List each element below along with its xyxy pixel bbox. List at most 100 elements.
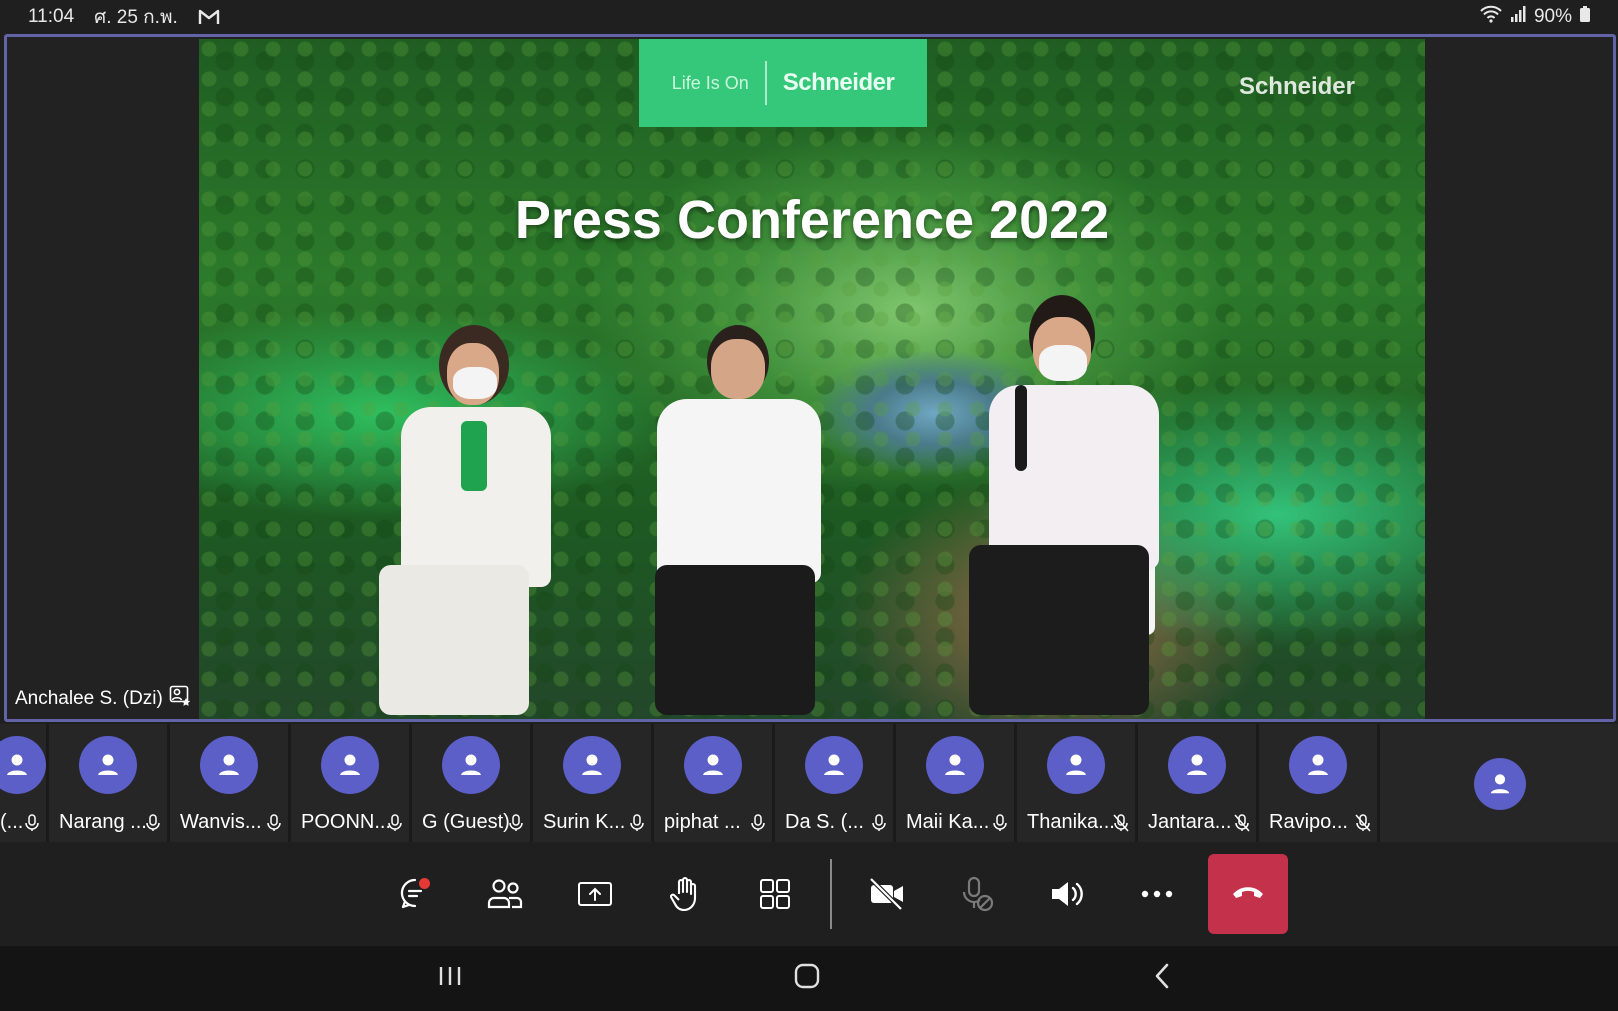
logo-tagline: Life Is On <box>671 72 749 93</box>
share-icon <box>577 879 613 909</box>
back-icon <box>1154 963 1170 994</box>
home-button[interactable] <box>777 958 837 998</box>
mic-icon <box>266 814 282 832</box>
avatar <box>1474 758 1526 810</box>
presenter-left <box>369 325 569 719</box>
active-speaker-label: Anchalee S. (Dzi) <box>15 685 191 713</box>
status-bar: 11:04 ศ. 25 ก.พ. 90% <box>0 0 1618 34</box>
mic-icon <box>871 814 887 832</box>
back-button[interactable] <box>1132 958 1192 998</box>
chat-button[interactable] <box>370 854 460 934</box>
avatar <box>321 736 379 794</box>
grid-icon <box>759 878 791 910</box>
participant-tile[interactable]: POONN... <box>291 724 409 842</box>
speaker-button[interactable] <box>1022 854 1112 934</box>
participant-strip[interactable]: (... Narang ... Wanvis... POONN... G (Gu… <box>0 724 1618 842</box>
shared-video-feed: Life Is On Schneider Schneider Press Con… <box>199 39 1425 719</box>
more-icon <box>1141 890 1173 898</box>
active-speaker-name: Anchalee S. (Dzi) <box>15 688 163 709</box>
participant-name: Maii Ka... <box>906 811 990 833</box>
participant-name: G (Guest) <box>422 811 510 833</box>
mic-icon <box>750 814 766 832</box>
people-icon <box>487 878 523 910</box>
participant-name: Wanvis... <box>180 811 262 833</box>
participant-tile[interactable]: Maii Ka... <box>896 724 1014 842</box>
participant-name: piphat ... <box>664 811 741 833</box>
more-options-button[interactable] <box>1112 854 1202 934</box>
participant-name: Narang ... <box>59 811 147 833</box>
wifi-icon <box>1480 5 1502 29</box>
mic-icon <box>24 814 40 832</box>
participant-name: Surin K... <box>543 811 626 833</box>
avatar <box>79 736 137 794</box>
status-date: ศ. 25 ก.พ. <box>94 7 178 28</box>
battery-level: 90% <box>1533 6 1572 27</box>
avatar <box>1168 736 1226 794</box>
mic-muted-icon <box>1113 814 1129 832</box>
share-screen-button[interactable] <box>550 854 640 934</box>
avatar <box>563 736 621 794</box>
participants-button[interactable] <box>460 854 550 934</box>
gmail-icon <box>198 9 220 25</box>
participant-name: Thanika... <box>1027 811 1115 833</box>
signal-icon <box>1510 6 1526 28</box>
avatar <box>442 736 500 794</box>
participant-tile-overflow[interactable] <box>1380 724 1618 842</box>
status-time: 11:04 <box>28 6 75 27</box>
view-layout-button[interactable] <box>730 854 820 934</box>
mic-icon <box>508 814 524 832</box>
participant-tile[interactable]: Ravipo... <box>1259 724 1377 842</box>
mic-muted-icon <box>1355 814 1371 832</box>
participant-tile[interactable]: Surin K... <box>533 724 651 842</box>
speaker-icon <box>1049 879 1085 909</box>
camera-off-icon <box>868 877 906 911</box>
battery-icon <box>1580 6 1590 28</box>
participant-tile[interactable]: G (Guest) <box>412 724 530 842</box>
participant-tile[interactable]: Jantara... <box>1138 724 1256 842</box>
meeting-control-bar <box>0 842 1618 946</box>
control-divider <box>830 859 832 929</box>
leave-call-button[interactable] <box>1208 854 1288 934</box>
system-nav-bar <box>0 946 1618 1011</box>
presenter-icon <box>169 685 191 713</box>
microphone <box>1015 385 1027 471</box>
main-video-stage[interactable]: Life Is On Schneider Schneider Press Con… <box>4 34 1616 722</box>
recents-icon <box>438 965 462 992</box>
participant-name: (... <box>0 811 24 833</box>
home-icon <box>794 963 820 994</box>
participant-name: Da S. (... <box>785 811 864 833</box>
mic-icon <box>992 814 1008 832</box>
mic-toggle-button[interactable] <box>932 854 1022 934</box>
avatar <box>926 736 984 794</box>
logo-brand: Schneider <box>782 69 895 96</box>
mic-icon <box>145 814 161 832</box>
participant-tile[interactable]: (... <box>0 724 46 842</box>
hand-icon <box>670 876 700 912</box>
camera-toggle-button[interactable] <box>842 854 932 934</box>
participant-name: Jantara... <box>1148 811 1232 833</box>
avatar <box>684 736 742 794</box>
participant-name: POONN... <box>301 811 392 833</box>
participant-tile[interactable]: Thanika... <box>1017 724 1135 842</box>
recents-button[interactable] <box>420 958 480 998</box>
avatar <box>0 736 46 794</box>
presenter-right <box>959 295 1169 719</box>
mic-icon <box>387 814 403 832</box>
avatar <box>805 736 863 794</box>
participant-tile[interactable]: Wanvis... <box>170 724 288 842</box>
avatar <box>200 736 258 794</box>
mic-disabled-icon <box>960 876 994 912</box>
participant-tile[interactable]: Narang ... <box>49 724 167 842</box>
participant-name: Ravipo... <box>1269 811 1348 833</box>
avatar <box>1047 736 1105 794</box>
mic-icon <box>629 814 645 832</box>
video-headline: Press Conference 2022 <box>514 190 1110 250</box>
participant-tile[interactable]: Da S. (... <box>775 724 893 842</box>
corner-logo: Schneider <box>1238 73 1355 100</box>
schneider-logo-plate: Life Is On Schneider <box>639 39 927 127</box>
unread-badge <box>419 878 430 889</box>
raise-hand-button[interactable] <box>640 854 730 934</box>
avatar <box>1289 736 1347 794</box>
participant-tile[interactable]: piphat ... <box>654 724 772 842</box>
logo-divider <box>764 61 767 105</box>
